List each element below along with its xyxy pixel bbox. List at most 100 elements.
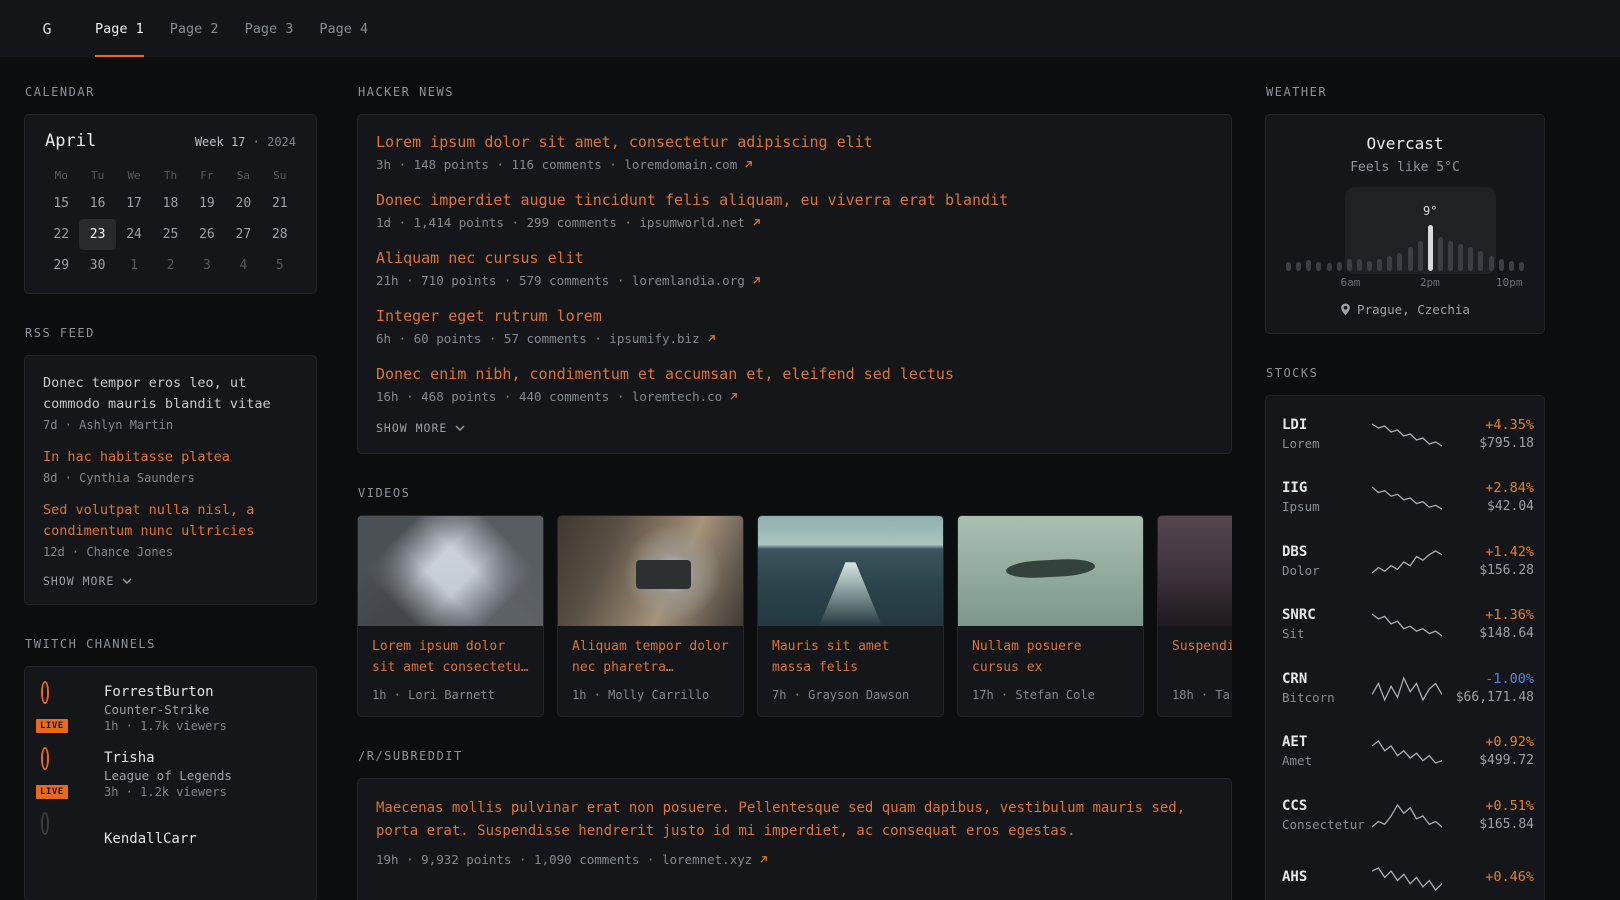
hn-meta-text: 1d · 1,414 points · 299 comments · ipsum…: [376, 215, 745, 230]
calendar-card: April Week 17 · 2024 MoTuWeThFrSaSu15161…: [24, 114, 317, 294]
stock-change: -1.00%: [1442, 671, 1534, 687]
hour-bar: [1448, 241, 1453, 271]
section-title-hacker-news: HACKER NEWS: [358, 85, 1232, 99]
dashboard: CALENDAR April Week 17 · 2024 MoTuWeThFr…: [0, 57, 1620, 900]
hour-bar: [1377, 259, 1382, 271]
stock-price: $165.84: [1442, 817, 1534, 832]
weather-feels-like: Feels like 5°C: [1284, 160, 1526, 175]
channel-avatar: [43, 816, 89, 862]
video-card[interactable]: Lorem ipsum dolor sit amet consectetu… 1…: [357, 515, 544, 717]
stock-row-crn[interactable]: CRNBitcorn -1.00%$66,171.48: [1282, 656, 1528, 720]
calendar-day-of-week: Mo: [43, 161, 79, 188]
stock-sparkline: [1372, 737, 1442, 765]
calendar-day: 4: [225, 250, 261, 281]
stock-sparkline: [1372, 547, 1442, 575]
video-title: Mauris sit amet massa felis: [758, 626, 943, 679]
reddit-meta-text: 19h · 9,932 points · 1,090 comments · lo…: [376, 852, 752, 867]
calendar-widget: CALENDAR April Week 17 · 2024 MoTuWeThFr…: [24, 85, 317, 294]
channel-avatar: LIVE: [43, 685, 89, 731]
calendar-day: 18: [152, 188, 188, 219]
rss-item: Sed volutpat nulla nisl, a condimentum n…: [43, 500, 298, 559]
time-axis: 6am2pm10pm: [1286, 276, 1524, 289]
twitch-channel-trisha[interactable]: LIVE Trisha League of Legends 3h · 1.2k …: [43, 750, 298, 799]
twitch-channel-forrestburton[interactable]: LIVE ForrestBurton Counter-Strike 1h · 1…: [43, 684, 298, 733]
rss-item-title[interactable]: Sed volutpat nulla nisl, a condimentum n…: [43, 500, 298, 542]
calendar-day: 16: [79, 188, 115, 219]
calendar-day: 15: [43, 188, 79, 219]
stock-name: Consectetur: [1282, 817, 1372, 832]
reddit-post-title[interactable]: Maecenas mollis pulvinar erat non posuer…: [376, 797, 1213, 843]
calendar-day-of-week: Th: [152, 161, 188, 188]
subreddit-widget: /R/SUBREDDIT Maecenas mollis pulvinar er…: [357, 749, 1232, 900]
video-card[interactable]: Nullam posuere cursus ex 17h · Stefan Co…: [957, 515, 1144, 717]
calendar-day-of-week: Tu: [79, 161, 115, 188]
stock-symbol: AHS: [1282, 869, 1372, 885]
calendar-day: 24: [116, 219, 152, 250]
location-text: Prague, Czechia: [1357, 302, 1470, 317]
hacker-news-card: Lorem ipsum dolor sit amet, consectetur …: [357, 114, 1232, 454]
stock-price: $156.28: [1442, 563, 1534, 578]
rss-item-title[interactable]: Donec tempor eros leo, ut commodo mauris…: [43, 373, 298, 415]
stock-row-dbs[interactable]: DBSDolor +1.42%$156.28: [1282, 529, 1528, 593]
stock-row-ccs[interactable]: CCSConsectetur +0.51%$165.84: [1282, 783, 1528, 847]
video-card[interactable]: Aliquam tempor dolor nec pharetra… 1h · …: [557, 515, 744, 717]
reddit-post: Maecenas mollis pulvinar erat non posuer…: [376, 797, 1213, 867]
channel-name: Trisha: [104, 750, 232, 766]
section-title-subreddit: /R/SUBREDDIT: [358, 749, 1232, 763]
section-title-rss: RSS FEED: [25, 326, 317, 340]
stock-sparkline: [1372, 864, 1442, 892]
subreddit-card: Maecenas mollis pulvinar erat non posuer…: [357, 778, 1232, 900]
stocks-card: LDILorem +4.35%$795.18 IIGIpsum +2.84%$4…: [1265, 395, 1545, 900]
external-link-icon: [752, 218, 761, 227]
hn-show-more-button[interactable]: SHOW MORE: [376, 421, 1213, 435]
reddit-post-meta: 19h · 9,932 points · 1,090 comments · lo…: [376, 852, 1213, 867]
video-meta: 7h · Grayson Dawson: [758, 679, 943, 716]
external-link-icon: [759, 855, 768, 864]
section-title-videos: VIDEOS: [358, 486, 1232, 500]
tab-page-2[interactable]: Page 2: [157, 0, 232, 57]
stock-symbol: AET: [1282, 734, 1372, 750]
hn-item: Aliquam nec cursus elit 21h · 710 points…: [376, 249, 1213, 288]
calendar-day: 2: [152, 250, 188, 281]
hour-bar: [1418, 241, 1423, 271]
stock-price: $499.72: [1442, 753, 1534, 768]
rss-item: Donec tempor eros leo, ut commodo mauris…: [43, 373, 298, 432]
stock-row-ahs[interactable]: AHS +0.46%: [1282, 847, 1528, 900]
live-badge: LIVE: [34, 783, 70, 801]
external-link-icon: [729, 392, 738, 401]
hn-item: Integer eget rutrum lorem 6h · 60 points…: [376, 307, 1213, 346]
stock-sparkline: [1372, 420, 1442, 448]
stock-change: +0.46%: [1442, 869, 1534, 885]
stock-symbol: CCS: [1282, 798, 1372, 814]
video-title: Lorem ipsum dolor sit amet consectetu…: [358, 626, 543, 679]
rss-show-more-button[interactable]: SHOW MORE: [43, 574, 298, 588]
calendar-month: April: [45, 131, 96, 151]
hn-item-meta: 3h · 148 points · 116 comments · loremdo…: [376, 157, 1213, 172]
hour-bar: [1489, 256, 1494, 271]
hour-bar: [1387, 256, 1392, 271]
stock-row-iig[interactable]: IIGIpsum +2.84%$42.04: [1282, 466, 1528, 530]
twitch-channel-kendallcarr[interactable]: KendallCarr: [43, 816, 298, 862]
hn-item-title[interactable]: Aliquam nec cursus elit: [376, 249, 584, 267]
video-card[interactable]: Suspendisse diam 18h · Tara: [1157, 515, 1232, 717]
channel-category: League of Legends: [104, 768, 232, 783]
hn-item-title[interactable]: Donec imperdiet augue tincidunt felis al…: [376, 191, 1008, 209]
video-card[interactable]: Mauris sit amet massa felis 7h · Grayson…: [757, 515, 944, 717]
stock-name: Sit: [1282, 626, 1372, 641]
section-title-weather: WEATHER: [1266, 85, 1545, 99]
rss-item-title[interactable]: In hac habitasse platea: [43, 447, 298, 468]
stock-row-snrc[interactable]: SNRCSit +1.36%$148.64: [1282, 593, 1528, 657]
tab-page-1[interactable]: Page 1: [82, 0, 157, 57]
stock-sparkline: [1372, 483, 1442, 511]
hn-item-title[interactable]: Lorem ipsum dolor sit amet, consectetur …: [376, 133, 873, 151]
stock-row-ldi[interactable]: LDILorem +4.35%$795.18: [1282, 402, 1528, 466]
page-tabs: Page 1 Page 2 Page 3 Page 4: [82, 0, 381, 57]
stock-change: +4.35%: [1442, 417, 1534, 433]
tab-page-3[interactable]: Page 3: [232, 0, 307, 57]
tab-page-4[interactable]: Page 4: [306, 0, 381, 57]
hn-item-title[interactable]: Donec enim nibh, condimentum et accumsan…: [376, 365, 954, 383]
stock-price: $795.18: [1442, 436, 1534, 451]
channel-category: Counter-Strike: [104, 702, 227, 717]
hn-item-title[interactable]: Integer eget rutrum lorem: [376, 307, 602, 325]
stock-row-aet[interactable]: AETAmet +0.92%$499.72: [1282, 720, 1528, 784]
